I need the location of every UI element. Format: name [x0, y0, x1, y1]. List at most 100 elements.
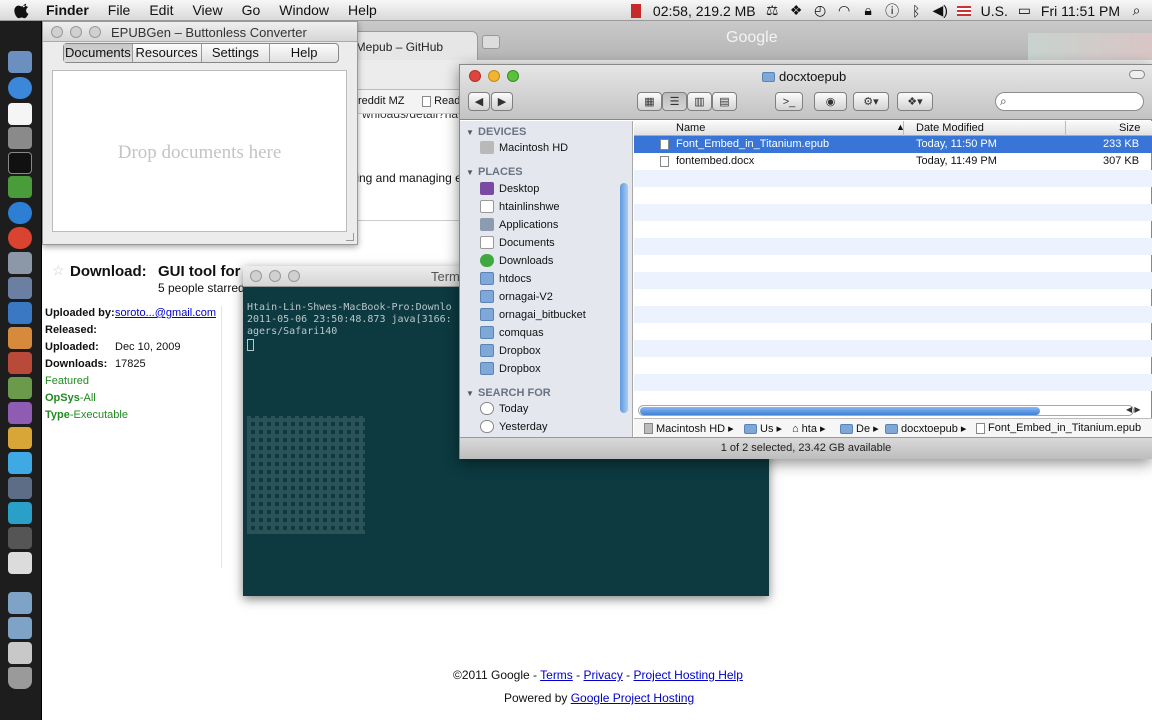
scale-icon[interactable]: ⚖ — [765, 2, 780, 18]
volume-icon[interactable]: ◀) — [932, 2, 947, 18]
app-icon[interactable] — [8, 377, 32, 399]
adium-app-icon[interactable] — [8, 176, 32, 198]
app-icon[interactable] — [8, 427, 32, 449]
lock-icon[interactable]: 🔒︎ — [861, 2, 876, 18]
minimize-button[interactable] — [70, 26, 82, 38]
itunes-app-icon[interactable] — [8, 202, 32, 224]
sidebar-item-today[interactable]: Today — [480, 400, 528, 417]
bookmark-read[interactable]: Read — [422, 95, 460, 107]
disclosure-triangle-icon[interactable]: ▼ — [466, 389, 474, 398]
quicklook-icon[interactable]: ◉ — [814, 92, 847, 111]
uploader-link[interactable]: soroto...@gmail.com — [115, 307, 216, 319]
menu-edit[interactable]: Edit — [149, 2, 173, 18]
path-item[interactable]: ⌂ hta ▸ — [792, 422, 825, 436]
path-item[interactable]: Font_Embed_in_Titanium.epub — [976, 422, 1141, 434]
forward-icon[interactable]: ▶ — [491, 92, 513, 111]
wordpress-app-icon[interactable] — [8, 502, 32, 524]
file-row[interactable]: Font_Embed_in_Titanium.epub Today, 11:50… — [634, 136, 1152, 153]
scroll-arrows-icon[interactable]: ◀ ▶ — [1126, 405, 1141, 414]
app-icon[interactable] — [8, 327, 32, 349]
safari-app-icon[interactable] — [8, 77, 32, 99]
preview-app-icon[interactable] — [8, 252, 32, 274]
action-gear-icon[interactable]: ⚙▾ — [853, 92, 889, 111]
stack-folder-icon[interactable] — [8, 592, 32, 614]
sidebar-item-desktop[interactable]: Desktop — [480, 180, 539, 197]
sidebar-item-applications[interactable]: Applications — [480, 216, 558, 233]
minimize-button[interactable] — [488, 70, 500, 82]
drop-zone[interactable]: Drop documents here — [52, 70, 347, 232]
search-input[interactable]: ⌕ — [995, 92, 1144, 111]
close-button[interactable] — [250, 270, 262, 282]
toolbar-toggle-button[interactable] — [1129, 70, 1145, 79]
path-item[interactable]: De ▸ — [840, 422, 879, 435]
sidebar-item-downloads[interactable]: Downloads — [480, 252, 553, 269]
menubar-clock[interactable]: Fri 11:51 PM — [1041, 3, 1120, 19]
menu-go[interactable]: Go — [242, 2, 261, 18]
menu-window[interactable]: Window — [279, 2, 329, 18]
tab-resources[interactable]: Resources — [133, 44, 202, 62]
system-preferences-icon[interactable] — [8, 127, 32, 149]
zoom-button[interactable] — [89, 26, 101, 38]
cpu-memory-readout[interactable]: 02:58, 219.2 MB — [653, 3, 756, 19]
tab-settings[interactable]: Settings — [202, 44, 271, 62]
new-tab-button[interactable] — [482, 35, 500, 49]
wifi-icon[interactable]: ◠ — [837, 2, 852, 18]
coverflow-view-icon[interactable]: ▤ — [712, 92, 737, 111]
google-project-hosting-link[interactable]: Google Project Hosting — [571, 691, 694, 705]
tab-help[interactable]: Help — [270, 44, 338, 62]
calendar-app-icon[interactable] — [8, 103, 32, 125]
sidebar-item-ornagai-bitbucket[interactable]: ornagai_bitbucket — [480, 306, 586, 323]
mail-app-icon[interactable] — [8, 277, 32, 299]
menu-help[interactable]: Help — [348, 2, 377, 18]
column-name[interactable]: Name — [676, 122, 705, 134]
sidebar-item-macintosh-hd[interactable]: Macintosh HD — [480, 139, 568, 156]
menu-file[interactable]: File — [108, 2, 131, 18]
stack-folder-icon[interactable] — [8, 617, 32, 639]
app-icon[interactable] — [8, 527, 32, 549]
app-icon[interactable] — [8, 552, 32, 574]
epubgen-titlebar[interactable]: EPUBGen – Buttonless Converter — [43, 22, 357, 42]
input-locale[interactable]: U.S. — [981, 3, 1008, 19]
finder-app-icon[interactable] — [8, 51, 32, 73]
project-hosting-help-link[interactable]: Project Hosting Help — [634, 668, 743, 682]
zoom-button[interactable] — [288, 270, 300, 282]
accessibility-icon[interactable]: ⓘ — [885, 3, 900, 19]
path-item[interactable]: docxtoepub ▸ — [885, 422, 966, 435]
sidebar-item-documents[interactable]: Documents — [480, 234, 555, 251]
terminal-app-icon[interactable] — [8, 152, 32, 174]
app-icon[interactable] — [8, 477, 32, 499]
scrollbar-thumb[interactable] — [640, 407, 1040, 415]
disclosure-triangle-icon[interactable]: ▼ — [466, 128, 474, 137]
file-row[interactable]: fontembed.docx Today, 11:49 PM 307 KB — [634, 153, 1152, 170]
sidebar-item-comquas[interactable]: comquas — [480, 324, 544, 341]
list-view-icon[interactable]: ☰ — [662, 92, 687, 111]
column-size[interactable]: Size — [1119, 122, 1140, 134]
column-view-icon[interactable]: ▥ — [687, 92, 712, 111]
path-item[interactable]: Us ▸ — [744, 422, 782, 435]
path-item[interactable]: Macintosh HD ▸ — [644, 422, 734, 435]
app-icon[interactable] — [8, 402, 32, 424]
sidebar-item-home[interactable]: htainlinshwe — [480, 198, 560, 215]
bluetooth-icon[interactable]: ᛒ — [909, 3, 924, 19]
sidebar-item-dropbox[interactable]: Dropbox — [480, 342, 541, 359]
label-type[interactable]: Type-Executable — [45, 409, 128, 421]
twitter-app-icon[interactable] — [8, 452, 32, 474]
xcode-app-icon[interactable] — [8, 302, 32, 324]
time-machine-icon[interactable]: ◴ — [813, 2, 828, 18]
resize-grip[interactable] — [346, 233, 354, 241]
sidebar-item-yesterday[interactable]: Yesterday — [480, 418, 548, 435]
menu-finder[interactable]: Finder — [46, 2, 89, 18]
sidebar-scrollbar[interactable] — [620, 183, 628, 413]
icon-view-icon[interactable]: ▦ — [637, 92, 662, 111]
battery-icon[interactable]: ▭ — [1017, 2, 1032, 18]
terms-link[interactable]: Terms — [540, 668, 573, 682]
bookmark-reddit[interactable]: reddit MZ — [358, 95, 404, 107]
trash-icon[interactable] — [8, 667, 32, 689]
sidebar-item-htdocs[interactable]: htdocs — [480, 270, 531, 287]
label-featured[interactable]: Featured — [45, 375, 89, 387]
back-icon[interactable]: ◀ — [468, 92, 490, 111]
star-icon[interactable]: ☆ — [52, 262, 65, 279]
sidebar-item-ornagai-v2[interactable]: ornagai-V2 — [480, 288, 553, 305]
terminal-icon[interactable]: >_ — [775, 92, 803, 111]
dropbox-icon[interactable]: ❖▾ — [897, 92, 933, 111]
